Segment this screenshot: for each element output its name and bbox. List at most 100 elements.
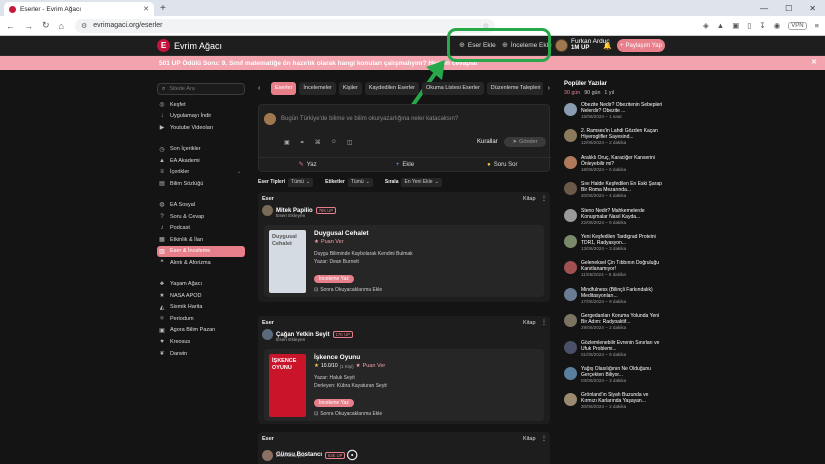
popular-item-title[interactable]: 2. Ramses'in Lahdi Gözden Kaçan Hiyerogl… — [581, 128, 664, 140]
sidebar-item[interactable]: ◷ Son İçerikler — [157, 143, 245, 155]
article-thumbnail[interactable] — [564, 314, 577, 328]
close-icon[interactable]: ✕ — [811, 58, 817, 66]
site-search[interactable]: ⌕ — [157, 83, 245, 95]
article-thumbnail[interactable] — [564, 287, 577, 301]
article-thumbnail[interactable] — [564, 393, 577, 407]
sidebar-item[interactable]: ♪ Podcast — [157, 222, 245, 234]
sidebar-item[interactable]: ▲ EA Akademi — [157, 155, 245, 167]
read-later-button[interactable]: ⊡ Sonra Okuyacaklarıma Ekle — [314, 411, 387, 417]
sidebar-item[interactable]: ▥ Eser & İnceleme — [157, 245, 245, 258]
avatar[interactable] — [262, 329, 273, 340]
article-thumbnail[interactable] — [564, 182, 577, 196]
write-review-button[interactable]: İnceleme Yaz — [314, 275, 354, 283]
filter-select[interactable]: Tümü ⌄ — [288, 177, 314, 187]
sidebar-toggle-icon[interactable]: ▯ — [747, 21, 751, 30]
rate-button[interactable]: ★ Puan Ver — [314, 239, 413, 245]
vpn-badge[interactable]: VPN — [788, 21, 807, 30]
download-manager-icon[interactable]: ↧ — [759, 21, 765, 30]
profile-icon[interactable]: ◉ — [774, 21, 781, 30]
article-thumbnail[interactable] — [564, 366, 577, 380]
sidebar-item[interactable]: ♥ Kreosus — [157, 336, 245, 348]
sidebar-item[interactable]: ≡ İçerikler ⌄ — [157, 166, 245, 178]
extension-icon[interactable]: ▲ — [717, 21, 724, 30]
add-button[interactable]: + Ekle — [356, 158, 453, 171]
content-tab[interactable]: Kişiler — [338, 81, 362, 95]
sidebar-item[interactable]: ❦ Darwin — [157, 348, 245, 360]
article-thumbnail[interactable] — [564, 208, 577, 222]
chevron-down-icon[interactable]: ⌄ — [237, 169, 241, 175]
period-option[interactable]: 1 yıl — [604, 90, 614, 96]
article-thumbnail[interactable] — [564, 129, 577, 143]
notification-bell-icon[interactable]: 🔔 — [603, 42, 612, 50]
book-cover[interactable]: İŞKENCE OYUNU — [269, 354, 306, 417]
sidebar-item[interactable]: ◎ Keşfet — [157, 99, 245, 111]
content-tab[interactable]: Okuma Listesi Eserler — [422, 81, 484, 95]
popular-item[interactable]: Obezite Nedir? Obezitenin Sebepleri Nele… — [564, 102, 664, 128]
sidebar-item[interactable]: ? Soru & Cevap — [157, 211, 245, 223]
popular-item-title[interactable]: Gergedanları Koruma Yolunda Yeni Bir Adı… — [581, 313, 664, 325]
article-thumbnail[interactable] — [564, 234, 577, 248]
avatar[interactable] — [262, 205, 273, 216]
back-icon[interactable]: ← — [6, 21, 15, 31]
window-close-icon[interactable]: ✕ — [809, 4, 816, 13]
content-tab[interactable]: Kaydedilen Eserler — [364, 81, 419, 95]
site-logo[interactable]: E Evrim Ağacı — [157, 39, 222, 52]
write-review-button[interactable]: İnceleme Yaz — [314, 399, 354, 407]
popular-item-title[interactable]: Gözlemlenebilir Evrenin Sınırları ve Ufu… — [581, 340, 664, 352]
sidebar-item[interactable]: ↓ Uygulamayı İndir — [157, 111, 245, 123]
filter-select[interactable]: En Yeni Ekle ⌄ — [401, 177, 442, 187]
ask-question-button[interactable]: ● Soru Sor — [454, 158, 551, 171]
book-title[interactable]: İşkence Oyunu — [314, 354, 387, 361]
more-options-icon[interactable]: ⋮ — [541, 319, 547, 326]
close-icon[interactable]: ✕ — [143, 5, 149, 13]
more-options-icon[interactable]: ⋮ — [541, 195, 547, 202]
popular-item[interactable]: Gözlemlenebilir Evrenin Sınırları ve Ufu… — [564, 340, 664, 366]
popular-item[interactable]: Sıvı Halde Keşfedilen En Eski Şarap Bir … — [564, 181, 664, 207]
filter-select[interactable]: Tümü ⌄ — [347, 177, 373, 187]
send-button[interactable]: ➤ Gönder — [504, 137, 546, 147]
popular-item-title[interactable]: Yeni Keşfedilen Tardigrad Proteini TDR1,… — [581, 234, 664, 246]
menu-icon[interactable]: ≡ — [815, 21, 819, 30]
user-name[interactable]: Mitek Papilio — [276, 208, 313, 214]
article-thumbnail[interactable] — [564, 340, 577, 354]
browser-tab[interactable]: Eserler - Evrim Ağacı ✕ — [4, 2, 154, 16]
sidebar-item[interactable]: ▤ Bilim Sözlüğü — [157, 178, 245, 190]
popular-item-title[interactable]: Geleneksel Çin Tıbbının Doğruluğu Kanıtl… — [581, 260, 664, 272]
popular-item-title[interactable]: Mindfulness (Bilinçli Farkındalık) Medit… — [581, 287, 664, 299]
avatar[interactable] — [262, 449, 273, 461]
popular-item[interactable]: Mindfulness (Bilinçli Farkındalık) Medit… — [564, 287, 664, 313]
period-option[interactable]: 30 gün — [564, 90, 580, 96]
share-button[interactable]: + Paylaşım Yap — [617, 39, 665, 52]
avatar[interactable] — [555, 38, 568, 52]
book-title[interactable]: Duygusal Cehalet — [314, 230, 413, 237]
popular-item[interactable]: Gergedanları Koruma Yolunda Yeni Bir Adı… — [564, 313, 664, 339]
composer-input[interactable]: Bugün Türkiye'de bilime ve bilim okuryaz… — [281, 116, 458, 122]
new-tab-icon[interactable]: + — [160, 3, 166, 14]
book-cover[interactable]: Duygusal Cehalet — [269, 230, 306, 293]
popular-item-title[interactable]: Steno Nedir? Mahkemelerde Konuşmalar Nas… — [581, 208, 664, 220]
read-later-button[interactable]: ⊡ Sonra Okuyacaklarıma Ekle — [314, 287, 413, 293]
content-tab[interactable]: Düzenleme Talepleri — [486, 81, 543, 95]
user-name[interactable]: Çağan Yetkin Seyit — [276, 332, 330, 338]
sidebar-item[interactable]: ◍ EA Sosyal — [157, 199, 245, 211]
popular-item[interactable]: Yeni Keşfedilen Tardigrad Proteini TDR1,… — [564, 234, 664, 260]
rules-link[interactable]: Kurallar — [477, 139, 498, 145]
write-button[interactable]: ✎ Yaz — [259, 158, 356, 171]
emoji-icon[interactable]: ☺ — [331, 139, 337, 146]
popular-item[interactable]: Yağış Olasılığının Ne Olduğunu Gerçekten… — [564, 366, 664, 392]
popular-item-title[interactable]: Sıvı Halde Keşfedilen En Eski Şarap Bir … — [581, 181, 664, 193]
image-icon[interactable]: ▣ — [284, 139, 290, 146]
popular-item-title[interactable]: Grönland'ın Siyah Buzunda ve Kırmızı Kar… — [581, 392, 664, 404]
shield-icon[interactable]: ◈ — [703, 21, 709, 30]
article-thumbnail[interactable] — [564, 155, 577, 169]
popular-item[interactable]: Steno Nedir? Mahkemelerde Konuşmalar Nas… — [564, 208, 664, 234]
code-icon[interactable]: ⌘ — [315, 139, 321, 146]
sidebar-item[interactable]: ⚛ Periodum — [157, 313, 245, 325]
popular-item[interactable]: Geleneksel Çin Tıbbının Doğruluğu Kanıtl… — [564, 260, 664, 286]
popular-item[interactable]: Aralıklı Oruç, Karaciğer Kanserini Önley… — [564, 155, 664, 181]
search-input[interactable] — [169, 86, 240, 92]
popular-item-title[interactable]: Obezite Nedir? Obezitenin Sebepleri Nele… — [581, 102, 664, 114]
article-thumbnail[interactable] — [564, 103, 577, 116]
gif-icon[interactable]: ◫ — [347, 139, 353, 146]
site-info-icon[interactable]: ⚙ — [81, 22, 87, 30]
